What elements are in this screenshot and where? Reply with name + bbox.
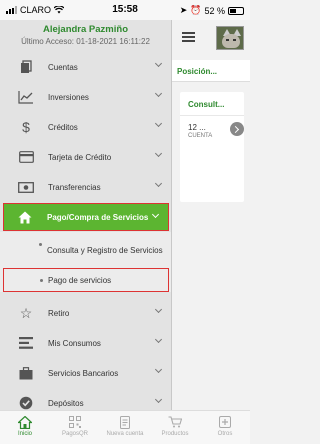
menu-item-depositos[interactable]: Depósitos — [0, 388, 171, 418]
main-content: Posición... Consult... 12 ... CUENTA — [172, 20, 250, 410]
briefcase-icon — [18, 365, 34, 381]
status-right: ➤ ⏰ 52 % — [180, 5, 244, 16]
menu-item-tarjeta-credito[interactable]: Tarjeta de Crédito — [0, 142, 171, 172]
menu-item-inversiones[interactable]: Inversiones — [0, 82, 171, 112]
menu-label: Pago/Compra de Servicios — [47, 212, 149, 222]
line-chart-icon — [18, 89, 34, 105]
account-card[interactable]: Consult... 12 ... CUENTA — [180, 92, 244, 202]
card-row[interactable]: 12 ... CUENTA — [180, 116, 244, 139]
location-icon: ➤ — [179, 5, 188, 15]
side-drawer: Alejandra Pazmiño Último Acceso: 01-18-2… — [0, 20, 172, 410]
menu-item-mis-consumos[interactable]: Mis Consumos — [0, 328, 171, 358]
submenu-label: Consulta y Registro de Servicios — [47, 245, 163, 255]
battery-percent: 52 % — [204, 5, 225, 16]
alarm-icon: ⏰ — [190, 5, 202, 15]
menu-item-pago-compra-servicios[interactable]: Pago/Compra de Servicios — [3, 203, 169, 231]
card-title: Consult... — [180, 92, 244, 116]
check-circle-icon — [18, 395, 34, 411]
submenu-item-consulta-registro[interactable]: Consulta y Registro de Servicios — [0, 232, 171, 268]
hamburger-menu-icon[interactable] — [182, 32, 195, 42]
tab-label: Nueva cuenta — [106, 431, 144, 437]
submenu-label: Pago de servicios — [48, 275, 112, 285]
cash-icon — [18, 179, 34, 195]
top-bar — [172, 20, 250, 56]
tab-label: PagosQR — [61, 431, 88, 437]
menu-item-creditos[interactable]: $ Créditos — [0, 112, 171, 142]
tab-label: Inicio — [17, 431, 32, 437]
drawer-header: Alejandra Pazmiño Último Acceso: 01-18-2… — [0, 20, 171, 52]
menu-label: Créditos — [48, 122, 78, 132]
submenu-item-pago-servicios[interactable]: Pago de servicios — [3, 268, 169, 292]
menu-item-cuentas[interactable]: Cuentas — [0, 52, 171, 82]
submenu-servicios: Consulta y Registro de Servicios Pago de… — [0, 232, 171, 292]
wallet-icon — [18, 59, 34, 75]
section-title: Posición... — [172, 60, 250, 82]
menu-label: Cuentas — [48, 62, 78, 72]
menu-label: Retiro — [48, 308, 70, 318]
menu-label: Depósitos — [48, 398, 84, 408]
menu-item-transferencias[interactable]: Transferencias — [0, 172, 171, 202]
tab-label: Otros — [217, 431, 233, 437]
user-name: Alejandra Pazmiño — [43, 24, 128, 35]
last-access: Último Acceso: 01-18-2021 16:11:22 — [21, 37, 150, 46]
status-bar: CLARO 15:58 ➤ ⏰ 52 % — [0, 0, 250, 20]
menu-label: Servicios Bancarios — [48, 368, 119, 378]
menu-label: Mis Consumos — [48, 338, 101, 348]
avatar[interactable] — [216, 26, 244, 50]
tab-label: Productos — [161, 431, 189, 437]
tab-otros[interactable]: Otros — [200, 411, 250, 444]
menu-label: Inversiones — [48, 92, 89, 102]
plus-square-icon — [219, 415, 231, 429]
menu-item-retiro[interactable]: ☆ Retiro — [0, 298, 171, 328]
home-icon — [17, 209, 33, 225]
menu-label: Tarjeta de Crédito — [48, 152, 112, 162]
menu-label: Transferencias — [48, 182, 101, 192]
star-icon: ☆ — [19, 304, 33, 321]
battery-icon — [228, 6, 244, 15]
chevron-right-icon[interactable] — [230, 122, 244, 136]
dollar-icon: $ — [22, 119, 30, 135]
bars-icon — [18, 335, 34, 351]
credit-card-icon — [18, 149, 34, 165]
menu-item-servicios-bancarios[interactable]: Servicios Bancarios — [0, 358, 171, 388]
